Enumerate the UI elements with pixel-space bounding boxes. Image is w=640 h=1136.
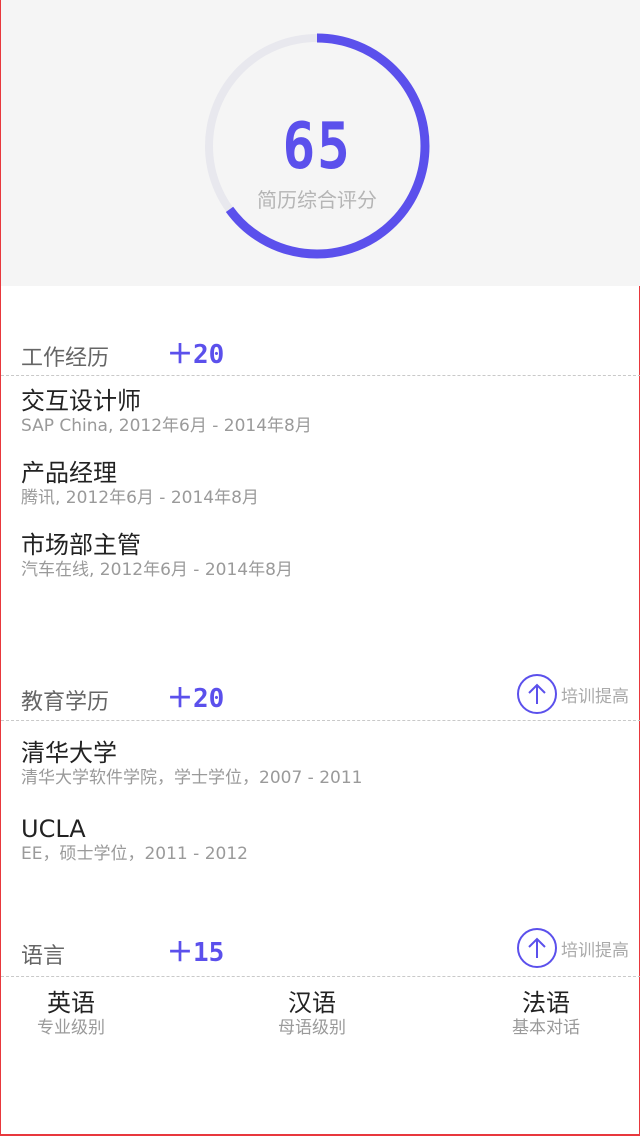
work-bonus: ＋20 [167,340,225,370]
work-item-title: 市场部主管 [21,531,141,559]
work-divider [1,375,640,376]
arrow-up-icon [528,683,546,704]
score-ring: 65 简历综合评分 [199,28,435,264]
education-bonus: ＋20 [167,684,225,714]
education-train-button[interactable]: 培训提高 [517,674,629,714]
work-item-sub: 腾讯, 2012年6月 - 2014年8月 [21,488,259,508]
work-item[interactable]: 市场部主管 汽车在线, 2012年6月 - 2014年8月 [21,530,621,580]
language-item[interactable]: 汉语 母语级别 [232,988,392,1038]
language-bonus: ＋15 [167,938,225,968]
language-section-title: 语言 [21,944,66,969]
language-train-button[interactable]: 培训提高 [517,928,629,968]
language-level: 基本对话 [512,1018,580,1038]
work-section-header: 工作经历 ＋20 [1,334,640,374]
education-divider [1,720,640,721]
education-item[interactable]: 清华大学 清华大学软件学院，学士学位，2007 - 2011 [21,738,621,788]
score-label: 简历综合评分 [257,188,377,212]
work-section-title: 工作经历 [21,346,110,371]
score-panel: 65 简历综合评分 [1,0,640,286]
work-item-title: 产品经理 [21,459,117,487]
language-divider [1,976,640,977]
work-item-sub: SAP China, 2012年6月 - 2014年8月 [21,416,312,436]
language-name: 汉语 [288,989,336,1017]
education-train-label: 培训提高 [561,686,629,707]
score-value: 65 [282,110,352,184]
education-section-title: 教育学历 [21,690,110,715]
education-section-header: 教育学历 ＋20 培训提高 [1,674,640,718]
arrow-up-circle-icon [517,928,557,968]
work-item[interactable]: 交互设计师 SAP China, 2012年6月 - 2014年8月 [21,386,621,436]
language-level: 专业级别 [37,1018,105,1038]
language-name: 法语 [522,989,570,1017]
education-item-sub: EE，硕士学位，2011 - 2012 [21,844,248,864]
education-item-sub: 清华大学软件学院，学士学位，2007 - 2011 [21,768,363,788]
work-item[interactable]: 产品经理 腾讯, 2012年6月 - 2014年8月 [21,458,621,508]
language-train-label: 培训提高 [561,940,629,961]
education-item[interactable]: UCLA EE，硕士学位，2011 - 2012 [21,814,621,864]
language-section-header: 语言 ＋15 培训提高 [1,928,640,972]
language-level: 母语级别 [278,1018,346,1038]
language-item[interactable]: 英语 专业级别 [0,988,151,1038]
education-item-title: 清华大学 [21,739,117,767]
arrow-up-circle-icon [517,674,557,714]
language-item[interactable]: 法语 基本对话 [466,988,626,1038]
work-item-title: 交互设计师 [21,387,141,415]
work-item-sub: 汽车在线, 2012年6月 - 2014年8月 [21,560,293,580]
education-item-title: UCLA [21,815,86,843]
arrow-up-icon [528,937,546,958]
language-name: 英语 [47,989,95,1017]
